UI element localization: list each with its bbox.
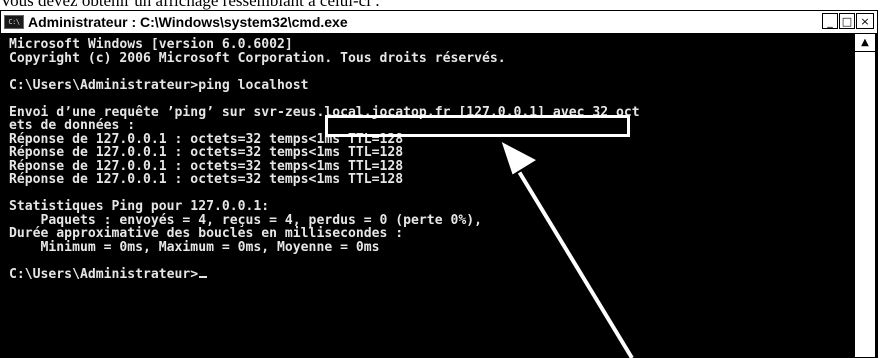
scroll-up-arrow-icon[interactable]: ▲ <box>855 34 875 52</box>
cmd-window: C:\ Administrateur : C:\Windows\system32… <box>0 10 878 358</box>
console-line: Microsoft Windows [version 6.0.6002] <box>9 37 293 52</box>
window-controls: _ □ × <box>822 13 874 29</box>
console-line: Paquets : envoyés = 4, reçus = 4, perdus… <box>9 212 482 228</box>
console-line: Réponse de 127.0.0.1 : octets=32 temps<1… <box>9 145 404 160</box>
console-line: Réponse de 127.0.0.1 : octets=32 temps<1… <box>9 172 404 187</box>
console-line: C:\Users\Administrateur>ping localhost <box>9 77 309 93</box>
console-prompt: C:\Users\Administrateur> <box>9 266 199 282</box>
console-line: Minimum = 0ms, Maximum = 0ms, Moyenne = … <box>9 239 380 255</box>
console-text: Microsoft Windows [version 6.0.6002] Copy… <box>3 34 855 281</box>
close-button[interactable]: × <box>856 13 874 29</box>
console-line: Réponse de 127.0.0.1 : octets=32 temps<1… <box>9 158 404 174</box>
console-output[interactable]: Microsoft Windows [version 6.0.6002] Copy… <box>3 34 855 357</box>
console-line: Durée approximative des boucles en milli… <box>9 226 404 241</box>
maximize-button[interactable]: □ <box>839 13 855 29</box>
console-line: Copyright (c) 2006 Microsoft Corporation… <box>9 50 506 66</box>
text-cursor <box>199 275 208 278</box>
minimize-button[interactable]: _ <box>822 13 838 29</box>
window-title: Administrateur : C:\Windows\system32\cmd… <box>28 14 348 30</box>
hostname-highlight-box <box>325 115 630 137</box>
vertical-scrollbar[interactable]: ▲ <box>854 34 875 357</box>
console-line: Statistiques Ping pour 127.0.0.1: <box>9 199 270 214</box>
console-prompt-line: C:\Users\Administrateur> <box>9 266 855 282</box>
cmd-app-icon[interactable]: C:\ <box>4 15 24 29</box>
title-bar[interactable]: C:\ Administrateur : C:\Windows\system32… <box>1 11 877 34</box>
